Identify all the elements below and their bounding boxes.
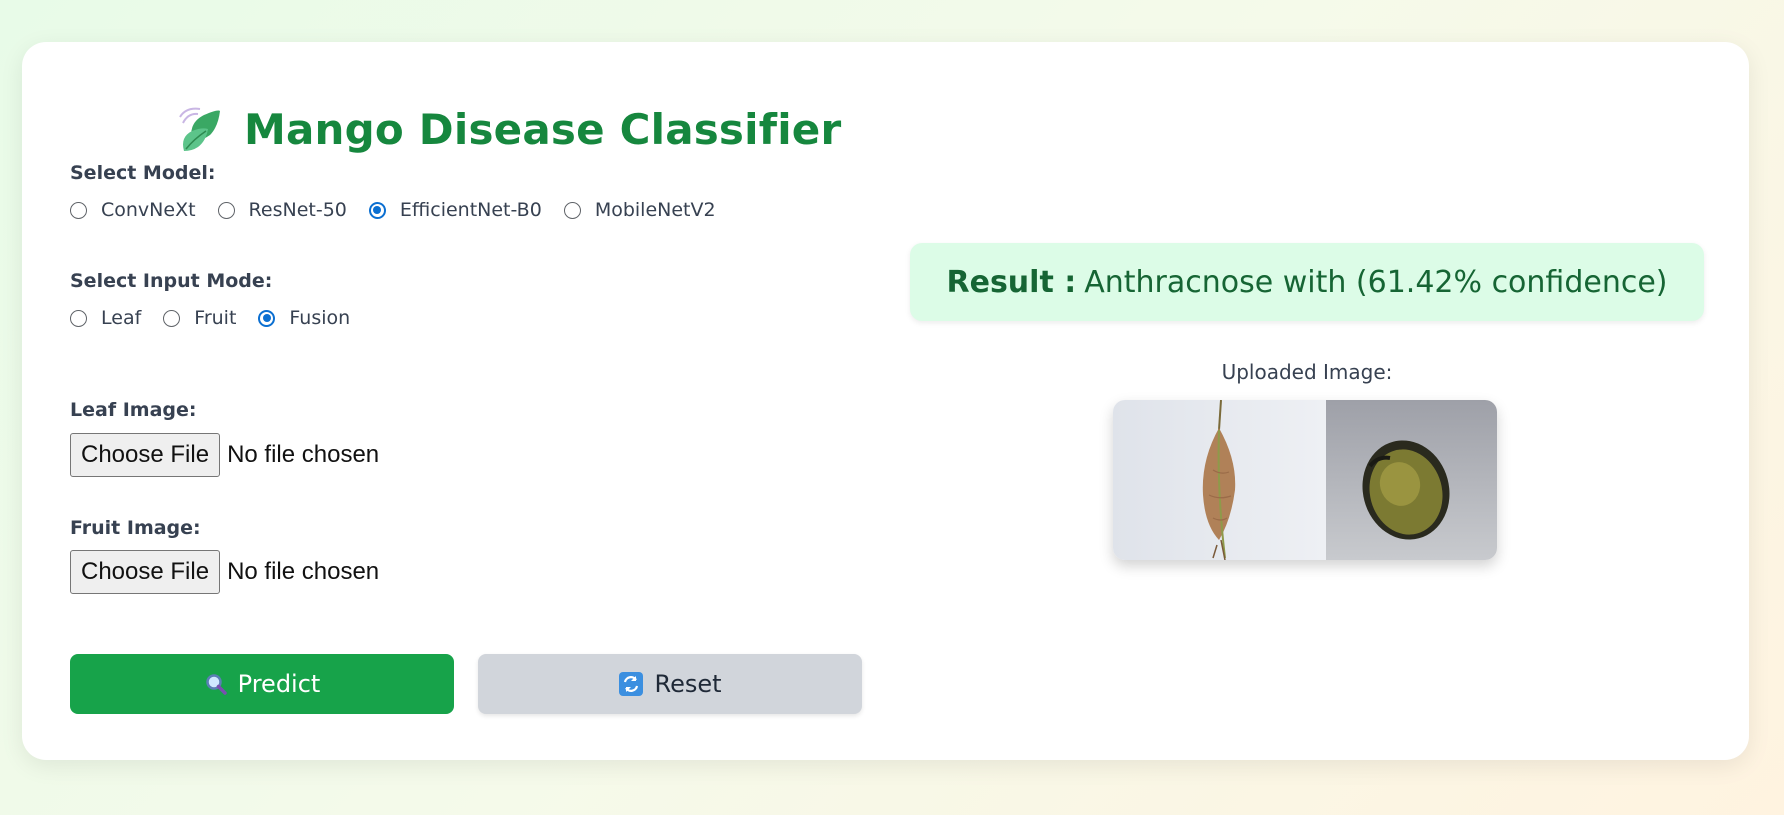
radio-label: ConvNeXt (101, 199, 196, 221)
mode-option-leaf[interactable]: Leaf (70, 307, 141, 329)
model-label: Select Model: (70, 162, 216, 184)
model-radio-group: ConvNeXt ResNet-50 EfficientNet-B0 Mobil… (70, 199, 738, 221)
radio-label: EfficientNet-B0 (399, 199, 542, 221)
leaf-icon (179, 107, 220, 151)
reset-label: Reset (654, 670, 722, 698)
header: Mango Disease Classifier (174, 94, 841, 164)
refresh-icon (618, 671, 644, 697)
result-box: Result : Anthracnose with (61.42% confid… (910, 243, 1704, 321)
result-text: Anthracnose with (61.42% confidence) (1084, 264, 1668, 300)
page-title: Mango Disease Classifier (244, 104, 842, 154)
radio-button-selected[interactable] (368, 201, 386, 219)
fruit-file-status: No file chosen (227, 558, 380, 585)
model-option-resnet50[interactable]: ResNet-50 (217, 199, 347, 221)
leaf-image-thumbnail (1113, 400, 1326, 560)
reset-button[interactable]: Reset (478, 654, 862, 714)
radio-button-selected[interactable] (258, 309, 276, 327)
mode-option-fruit[interactable]: Fruit (163, 307, 236, 329)
fruit-image-label: Fruit Image: (70, 517, 201, 539)
radio-button[interactable] (563, 201, 581, 219)
radio-button[interactable] (70, 201, 87, 219)
leaf-file-status: No file chosen (227, 441, 380, 468)
main-card: Mango Disease Classifier Select Model: C… (22, 42, 1749, 760)
model-option-mobilenetv2[interactable]: MobileNetV2 (563, 199, 716, 221)
fruit-choose-file-button[interactable]: Choose File (70, 550, 221, 594)
model-option-convnext[interactable]: ConvNeXt (70, 199, 196, 221)
radio-button[interactable] (163, 309, 181, 327)
leaf-image-label: Leaf Image: (70, 399, 197, 421)
radio-label: ResNet-50 (248, 199, 347, 221)
model-option-efficientnet-b0[interactable]: EfficientNet-B0 (368, 199, 542, 221)
mode-option-fusion[interactable]: Fusion (258, 307, 350, 329)
leaf-file-input: Choose File No file chosen (70, 433, 379, 477)
radio-button[interactable] (217, 201, 235, 219)
radio-label: Fusion (289, 307, 351, 329)
input-mode-label: Select Input Mode: (70, 270, 273, 292)
magnifier-icon (204, 672, 228, 696)
fruit-file-input: Choose File No file chosen (70, 550, 379, 594)
uploaded-image-preview (1113, 400, 1497, 560)
radio-label: MobileNetV2 (594, 199, 716, 221)
predict-button[interactable]: Predict (70, 654, 454, 714)
radio-label: Leaf (101, 307, 142, 329)
predict-label: Predict (237, 670, 321, 698)
fruit-image-thumbnail (1326, 400, 1497, 560)
result-prefix: Result : (946, 264, 1077, 300)
radio-label: Fruit (194, 307, 237, 329)
leaf-choose-file-button[interactable]: Choose File (70, 433, 221, 477)
uploaded-image-label: Uploaded Image: (1221, 360, 1393, 384)
input-mode-radio-group: Leaf Fruit Fusion (70, 307, 372, 329)
radio-button[interactable] (70, 309, 87, 327)
